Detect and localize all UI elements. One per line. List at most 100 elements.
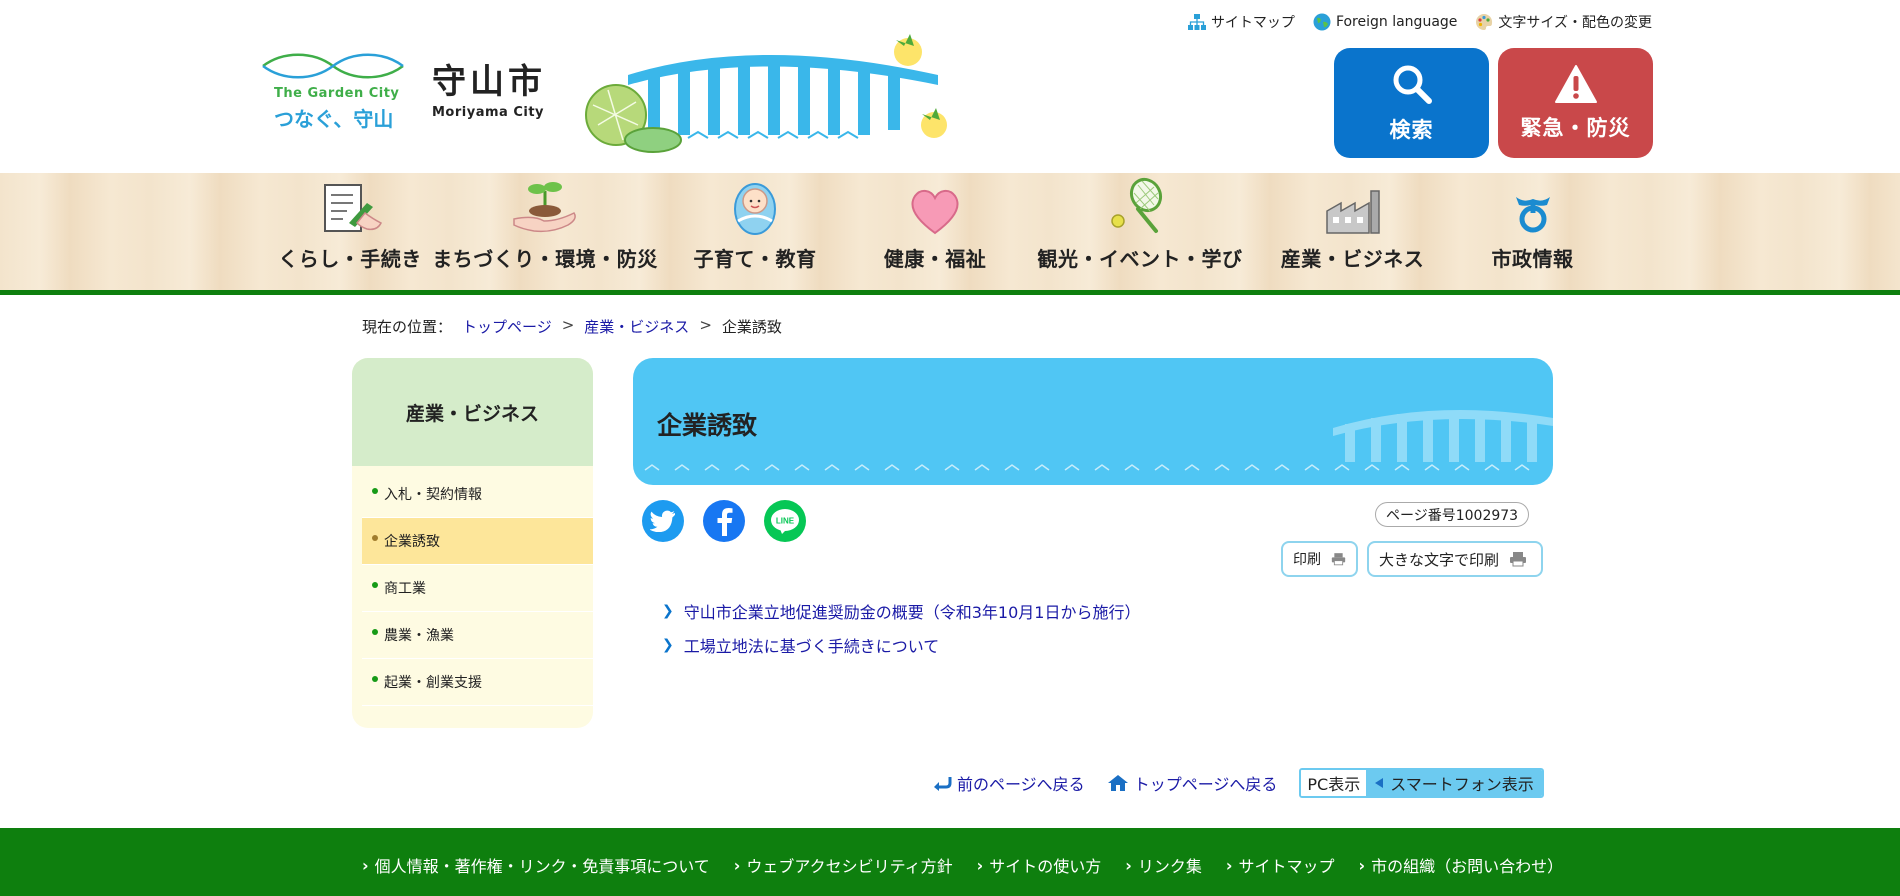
footer-link-accessibility[interactable]: › ウェブアクセシビリティ方針 — [734, 853, 953, 877]
util-foreign-language-link[interactable]: Foreign language — [1313, 12, 1457, 32]
breadcrumb-separator: > — [561, 316, 575, 334]
sidebar-item-label: 企業誘致 — [384, 534, 440, 550]
page-title: 企業誘致 — [657, 411, 758, 440]
site-logo[interactable]: The Garden City つなぐ、守山 — [258, 46, 413, 132]
content-link-list: ❯ 守山市企業立地促進奨励金の概要（令和3年10月1日から施行） ❯ 工場立地法… — [662, 594, 1140, 662]
facebook-share-button[interactable] — [703, 500, 745, 542]
breadcrumb-separator: > — [699, 316, 712, 334]
sidebar-item-agriculture-fishery[interactable]: 農業・漁業 — [362, 612, 593, 659]
content-link[interactable]: 守山市企業立地促進奨励金の概要（令和3年10月1日から施行） — [684, 599, 1141, 623]
print-button[interactable]: 印刷 — [1281, 541, 1358, 577]
sidebar-item-commerce[interactable]: 商工業 — [362, 565, 593, 612]
footer-link-how-to-use[interactable]: › サイトの使い方 — [977, 853, 1102, 877]
sitemap-icon — [1187, 13, 1206, 31]
gnav-label: 観光・イベント・学び — [1037, 247, 1243, 271]
sidebar-item-startup-support[interactable]: 起業・創業支援 — [362, 659, 593, 706]
footer-link-links[interactable]: › リンク集 — [1125, 853, 1202, 877]
form-writing-icon — [315, 177, 385, 235]
print-large-button-label: 大きな文字で印刷 — [1379, 550, 1500, 569]
back-link[interactable]: 前のページへ戻る — [932, 771, 1085, 795]
gnav-label: 市政情報 — [1491, 247, 1574, 271]
footer-link-organization[interactable]: › 市の組織（お問い合わせ） — [1358, 853, 1563, 877]
breadcrumb-current: 企業誘致 — [721, 318, 782, 336]
utility-nav: サイトマップ Foreign language 文字サイズ・配色の変更 — [1187, 12, 1652, 32]
util-sitemap-link[interactable]: サイトマップ — [1187, 12, 1295, 32]
city-name-jp: 守山市 — [432, 62, 546, 102]
back-link-label[interactable]: 前のページへ戻る — [957, 771, 1085, 795]
chevron-right-icon: ❯ — [662, 603, 674, 619]
gnav-label: 産業・ビジネス — [1280, 247, 1425, 271]
globe-icon — [1313, 13, 1331, 31]
breadcrumb-link-industry[interactable]: 産業・ビジネス — [584, 316, 689, 337]
sidebar-item-label[interactable]: 起業・創業支援 — [384, 672, 482, 692]
sidebar-item-business-attraction: 企業誘致 — [362, 518, 593, 565]
gnav-item-industry-business[interactable]: 産業・ビジネス — [1260, 173, 1445, 290]
city-name: 守山市 Moriyama City — [432, 54, 546, 120]
smartphone-view-button[interactable]: スマートフォン表示 — [1366, 770, 1542, 796]
sidebar-item-label[interactable]: 商工業 — [384, 578, 426, 598]
sidebar-item-label[interactable]: 入札・契約情報 — [384, 484, 482, 504]
footer-link-sitemap[interactable]: › サイトマップ — [1226, 853, 1335, 877]
footer-nav: › 個人情報・著作権・リンク・免責事項について › ウェブアクセシビリティ方針 › サ… — [362, 828, 1563, 896]
pc-view-label: PC表示 — [1301, 770, 1367, 796]
printer-icon — [1510, 552, 1527, 567]
emergency-button-label: 緊急・防災 — [1520, 116, 1631, 140]
line-share-button[interactable]: LINE — [764, 500, 806, 542]
search-button-label: 検索 — [1389, 118, 1434, 142]
chevron-right-icon: › — [733, 855, 741, 875]
gnav-item-town-planning[interactable]: まちづくり・環境・防災 — [430, 173, 660, 290]
footer-link-label: サイトマップ — [1238, 857, 1335, 876]
breadcrumb-link-top[interactable]: トップページ — [462, 316, 552, 337]
smartphone-view-label: スマートフォン表示 — [1390, 775, 1534, 794]
list-item: ❯ 工場立地法に基づく手続きについて — [662, 628, 1140, 662]
triangle-left-icon — [1375, 778, 1384, 788]
bridge-melon-illustration — [585, 34, 947, 153]
warning-icon — [1554, 65, 1597, 103]
logo-catch-jp: つなぐ、守山 — [274, 107, 394, 131]
sidebar-item-label[interactable]: 農業・漁業 — [384, 625, 454, 645]
print-large-text-button[interactable]: 大きな文字で印刷 — [1367, 541, 1543, 577]
chevron-right-icon: ❯ — [662, 637, 674, 653]
gnav-item-tourism-events[interactable]: 観光・イベント・学び — [1020, 173, 1260, 290]
site-header: The Garden City つなぐ、守山 守山市 Moriyama City… — [0, 0, 1900, 173]
gnav-label: 健康・福祉 — [883, 247, 987, 271]
twitter-share-button[interactable] — [642, 500, 684, 542]
printer-icon — [1331, 553, 1346, 566]
logo-catch-en: The Garden City — [274, 86, 400, 101]
gnav-item-living[interactable]: くらし・手続き — [270, 173, 430, 290]
site-footer: › 個人情報・著作権・リンク・免責事項について › ウェブアクセシビリティ方針 › サ… — [0, 828, 1900, 896]
facebook-icon — [717, 508, 733, 536]
footer-link-label: リンク集 — [1137, 857, 1202, 876]
sidebar: 産業・ビジネス 入札・契約情報 企業誘致 商工業 農業・漁業 起業・創業支援 — [352, 358, 593, 728]
baby-icon — [732, 177, 778, 235]
footer-link-label: ウェブアクセシビリティ方針 — [746, 857, 953, 876]
footer-link-privacy-copyright[interactable]: › 個人情報・著作権・リンク・免責事項について — [362, 853, 710, 877]
content-link[interactable]: 工場立地法に基づく手続きについて — [684, 633, 940, 657]
footer-link-label: 個人情報・著作権・リンク・免責事項について — [374, 857, 710, 876]
top-page-link[interactable]: トップページへ戻る — [1107, 771, 1278, 795]
chevron-right-icon: › — [362, 855, 369, 875]
view-mode-switch: PC表示 スマートフォン表示 — [1299, 768, 1544, 798]
sidebar-list: 入札・契約情報 企業誘致 商工業 農業・漁業 起業・創業支援 — [352, 466, 593, 706]
footer-link-label: 市の組織（お問い合わせ） — [1371, 857, 1564, 876]
emergency-disaster-button[interactable]: 緊急・防災 — [1498, 48, 1653, 158]
svg-text:LINE: LINE — [776, 517, 795, 526]
sidebar-title-link[interactable]: 産業・ビジネス — [406, 399, 539, 426]
city-emblem-icon — [1510, 177, 1556, 235]
gnav-item-health-welfare[interactable]: 健康・福祉 — [850, 173, 1020, 290]
page-bottom-nav: 前のページへ戻る トップページへ戻る PC表示 スマートフォン表示 — [932, 768, 1544, 798]
search-button[interactable]: 検索 — [1334, 48, 1489, 158]
gnav-item-city-admin[interactable]: 市政情報 — [1445, 173, 1620, 290]
social-share: LINE — [642, 500, 806, 542]
gnav-item-childcare[interactable]: 子育て・教育 — [660, 173, 850, 290]
gnav-label: まちづくり・環境・防災 — [432, 247, 658, 271]
heart-icon — [909, 177, 961, 235]
top-page-link-label[interactable]: トップページへ戻る — [1134, 771, 1278, 795]
city-name-en: Moriyama City — [432, 105, 545, 120]
sidebar-item-bidding[interactable]: 入札・契約情報 — [362, 471, 593, 518]
chevron-right-icon: › — [1225, 855, 1233, 875]
print-button-label: 印刷 — [1293, 552, 1321, 568]
util-text-size-color-link[interactable]: 文字サイズ・配色の変更 — [1475, 12, 1652, 32]
chevron-right-icon: › — [976, 855, 984, 875]
util-text-size-color-label: 文字サイズ・配色の変更 — [1498, 15, 1652, 31]
